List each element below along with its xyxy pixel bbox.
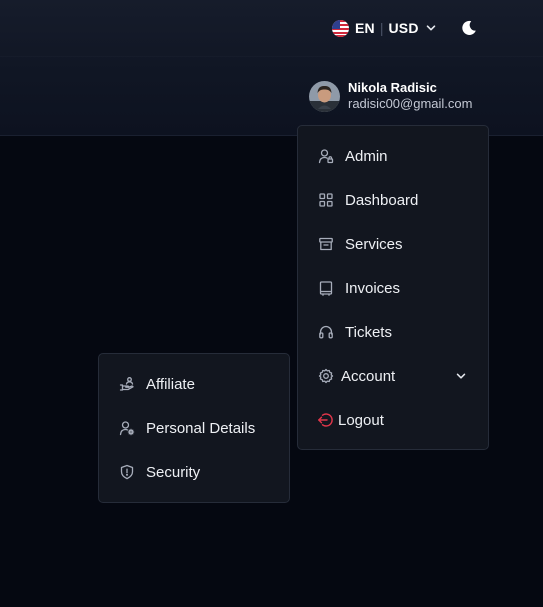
menu-item-admin[interactable]: Admin	[298, 138, 488, 174]
archive-icon	[319, 237, 333, 251]
account-submenu: Affiliate Personal Details Security	[98, 353, 290, 503]
user-dropdown-menu: Admin Dashboard Services Invoices Ticket…	[297, 125, 489, 450]
user-name: Nikola Radisic	[348, 80, 437, 95]
logout-icon	[318, 413, 333, 427]
menu-item-logout[interactable]: Logout	[298, 402, 488, 438]
submenu-item-affiliate[interactable]: Affiliate	[99, 366, 289, 402]
top-bar-divider	[0, 56, 543, 57]
chevron-down-icon	[456, 373, 466, 379]
menu-item-label: Tickets	[345, 323, 392, 341]
locale-separator: |	[379, 20, 384, 36]
locale-currency-selector[interactable]: EN | USD	[332, 19, 436, 37]
user-settings-icon	[119, 421, 135, 436]
menu-item-label: Admin	[345, 147, 388, 165]
headset-icon	[319, 325, 333, 339]
us-flag-icon	[332, 19, 349, 37]
submenu-item-label: Affiliate	[146, 375, 195, 393]
menu-item-tickets[interactable]: Tickets	[298, 314, 488, 350]
chevron-down-icon	[426, 25, 435, 31]
affiliate-icon	[119, 377, 134, 391]
submenu-item-personal-details[interactable]: Personal Details	[99, 410, 289, 446]
submenu-item-label: Personal Details	[146, 419, 256, 437]
menu-item-dashboard[interactable]: Dashboard	[298, 182, 488, 218]
submenu-item-security[interactable]: Security	[99, 454, 289, 490]
theme-toggle-button[interactable]	[458, 17, 480, 39]
user-profile-toggle[interactable]: Nikola Radisic radisic00@gmail.com	[309, 80, 472, 112]
invoice-icon	[319, 281, 333, 296]
menu-item-account[interactable]: Account	[298, 358, 488, 394]
user-email: radisic00@gmail.com	[348, 96, 473, 111]
grid-icon	[319, 193, 333, 207]
user-admin-icon	[318, 149, 334, 164]
avatar	[309, 80, 340, 112]
gear-icon	[318, 368, 334, 384]
menu-item-label: Account	[341, 367, 396, 385]
menu-item-label: Logout	[338, 411, 384, 429]
submenu-item-label: Security	[146, 463, 201, 481]
top-bar: EN | USD Nikola Radisic radisic00@gmail.…	[0, 0, 543, 136]
menu-item-label: Invoices	[345, 279, 401, 297]
currency-label: USD	[388, 20, 419, 36]
shield-icon	[120, 464, 134, 480]
language-label: EN	[355, 20, 375, 36]
moon-icon	[462, 20, 476, 35]
menu-item-invoices[interactable]: Invoices	[298, 270, 488, 306]
menu-item-label: Dashboard	[345, 191, 419, 209]
menu-item-services[interactable]: Services	[298, 226, 488, 262]
menu-item-label: Services	[345, 235, 403, 253]
